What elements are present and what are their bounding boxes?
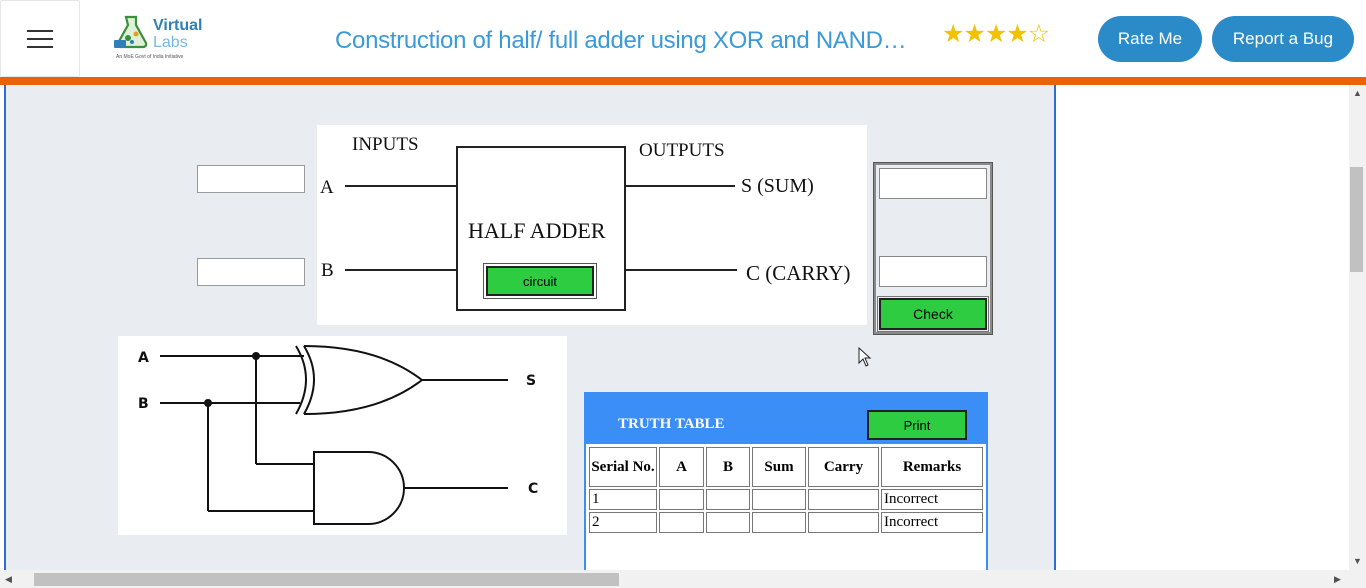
half-adder-block-diagram: INPUTS OUTPUTS A B HALF ADDER S (SUM) C … bbox=[317, 125, 867, 325]
logo-tagline: An MoE Govt of India Initiative bbox=[116, 54, 184, 60]
carry-output-label: C (CARRY) bbox=[746, 261, 851, 285]
circuit-button[interactable]: circuit bbox=[483, 263, 597, 299]
header-divider bbox=[0, 77, 1366, 85]
truth-table-panel: TRUTH TABLE Print Serial No. A B Sum Car… bbox=[584, 392, 988, 570]
outputs-label: OUTPUTS bbox=[639, 140, 725, 161]
cell-carry bbox=[808, 512, 879, 533]
mouse-cursor-icon bbox=[858, 347, 872, 367]
gate-circuit-drawing: A B S C bbox=[138, 345, 538, 525]
report-bug-button[interactable]: Report a Bug bbox=[1212, 16, 1354, 62]
sum-wire bbox=[626, 185, 735, 187]
input-b-wire bbox=[345, 269, 456, 271]
truth-table-body: Serial No. A B Sum Carry Remarks 1 Incor… bbox=[586, 444, 986, 570]
sum-output-field[interactable] bbox=[879, 168, 987, 199]
header-a: A bbox=[659, 447, 704, 487]
logo-text-labs: Labs bbox=[153, 34, 188, 51]
header-sum: Sum bbox=[752, 447, 806, 487]
input-b-label: B bbox=[321, 260, 334, 281]
cell-remarks: Incorrect bbox=[881, 489, 983, 510]
cell-b bbox=[706, 489, 750, 510]
gate-output-s-label: S bbox=[526, 373, 536, 389]
truth-table: Serial No. A B Sum Carry Remarks 1 Incor… bbox=[587, 445, 985, 535]
cell-b bbox=[706, 512, 750, 533]
filled-stars-icon: ★★★★ bbox=[942, 20, 1029, 48]
menu-button[interactable] bbox=[0, 0, 80, 77]
horizontal-scrollbar[interactable]: ◀ ▶ bbox=[0, 570, 1366, 588]
cell-sum bbox=[752, 512, 806, 533]
gate-input-a-label: A bbox=[138, 350, 149, 366]
cell-a bbox=[659, 489, 704, 510]
scroll-up-icon[interactable]: ▲ bbox=[1353, 89, 1362, 98]
cell-sum bbox=[752, 489, 806, 510]
table-row: 1 Incorrect bbox=[589, 489, 983, 510]
logo-text-virtual: Virtual bbox=[153, 17, 203, 34]
check-button[interactable]: Check bbox=[877, 296, 989, 332]
header-serial: Serial No. bbox=[589, 447, 657, 487]
flask-logo-icon bbox=[114, 15, 148, 49]
print-button[interactable]: Print bbox=[867, 410, 967, 440]
half-adder-label: HALF ADDER bbox=[468, 218, 606, 243]
table-row: 2 Incorrect bbox=[589, 512, 983, 533]
header-remarks: Remarks bbox=[881, 447, 983, 487]
circuit-button-label: circuit bbox=[486, 266, 594, 296]
empty-star-icon: ☆ bbox=[1027, 20, 1050, 48]
header-carry: Carry bbox=[808, 447, 879, 487]
gate-input-b-label: B bbox=[138, 396, 149, 412]
page-title: Construction of half/ full adder using X… bbox=[335, 27, 907, 54]
cell-serial: 1 bbox=[589, 489, 657, 510]
cell-remarks: Incorrect bbox=[881, 512, 983, 533]
header-b: B bbox=[706, 447, 750, 487]
main-content: INPUTS OUTPUTS A B HALF ADDER S (SUM) C … bbox=[0, 85, 1349, 570]
scroll-right-icon[interactable]: ▶ bbox=[1334, 575, 1341, 584]
hamburger-menu-icon bbox=[27, 29, 53, 48]
scroll-down-icon[interactable]: ▼ bbox=[1353, 557, 1362, 566]
sum-output-label: S (SUM) bbox=[741, 175, 814, 197]
top-header: Virtual Labs An MoE Govt of India Initia… bbox=[0, 0, 1366, 77]
vertical-scroll-thumb[interactable] bbox=[1350, 167, 1363, 272]
input-a-label: A bbox=[320, 177, 334, 198]
virtual-labs-logo[interactable]: Virtual Labs An MoE Govt of India Initia… bbox=[110, 12, 205, 64]
input-a-field[interactable] bbox=[197, 165, 305, 193]
scroll-left-icon[interactable]: ◀ bbox=[5, 575, 12, 584]
truth-table-title: TRUTH TABLE bbox=[618, 416, 725, 432]
app-root: Virtual Labs An MoE Govt of India Initia… bbox=[0, 0, 1366, 588]
truth-table-header-row: Serial No. A B Sum Carry Remarks bbox=[589, 447, 983, 487]
cell-serial: 2 bbox=[589, 512, 657, 533]
inputs-label: INPUTS bbox=[352, 134, 419, 155]
carry-output-field[interactable] bbox=[879, 256, 987, 287]
rate-me-button[interactable]: Rate Me bbox=[1098, 16, 1202, 62]
carry-wire bbox=[626, 269, 737, 271]
vertical-scrollbar[interactable]: ▲ ▼ bbox=[1349, 85, 1366, 570]
output-panel: Check bbox=[873, 162, 993, 335]
gate-output-c-label: C bbox=[528, 481, 538, 497]
cell-carry bbox=[808, 489, 879, 510]
input-b-field[interactable] bbox=[197, 258, 305, 286]
input-a-wire bbox=[345, 185, 456, 187]
star-rating[interactable]: ★★★★☆ bbox=[942, 19, 1050, 49]
horizontal-scroll-thumb[interactable] bbox=[34, 573, 619, 586]
half-adder-gate-diagram: A B S C bbox=[118, 336, 567, 535]
cell-a bbox=[659, 512, 704, 533]
